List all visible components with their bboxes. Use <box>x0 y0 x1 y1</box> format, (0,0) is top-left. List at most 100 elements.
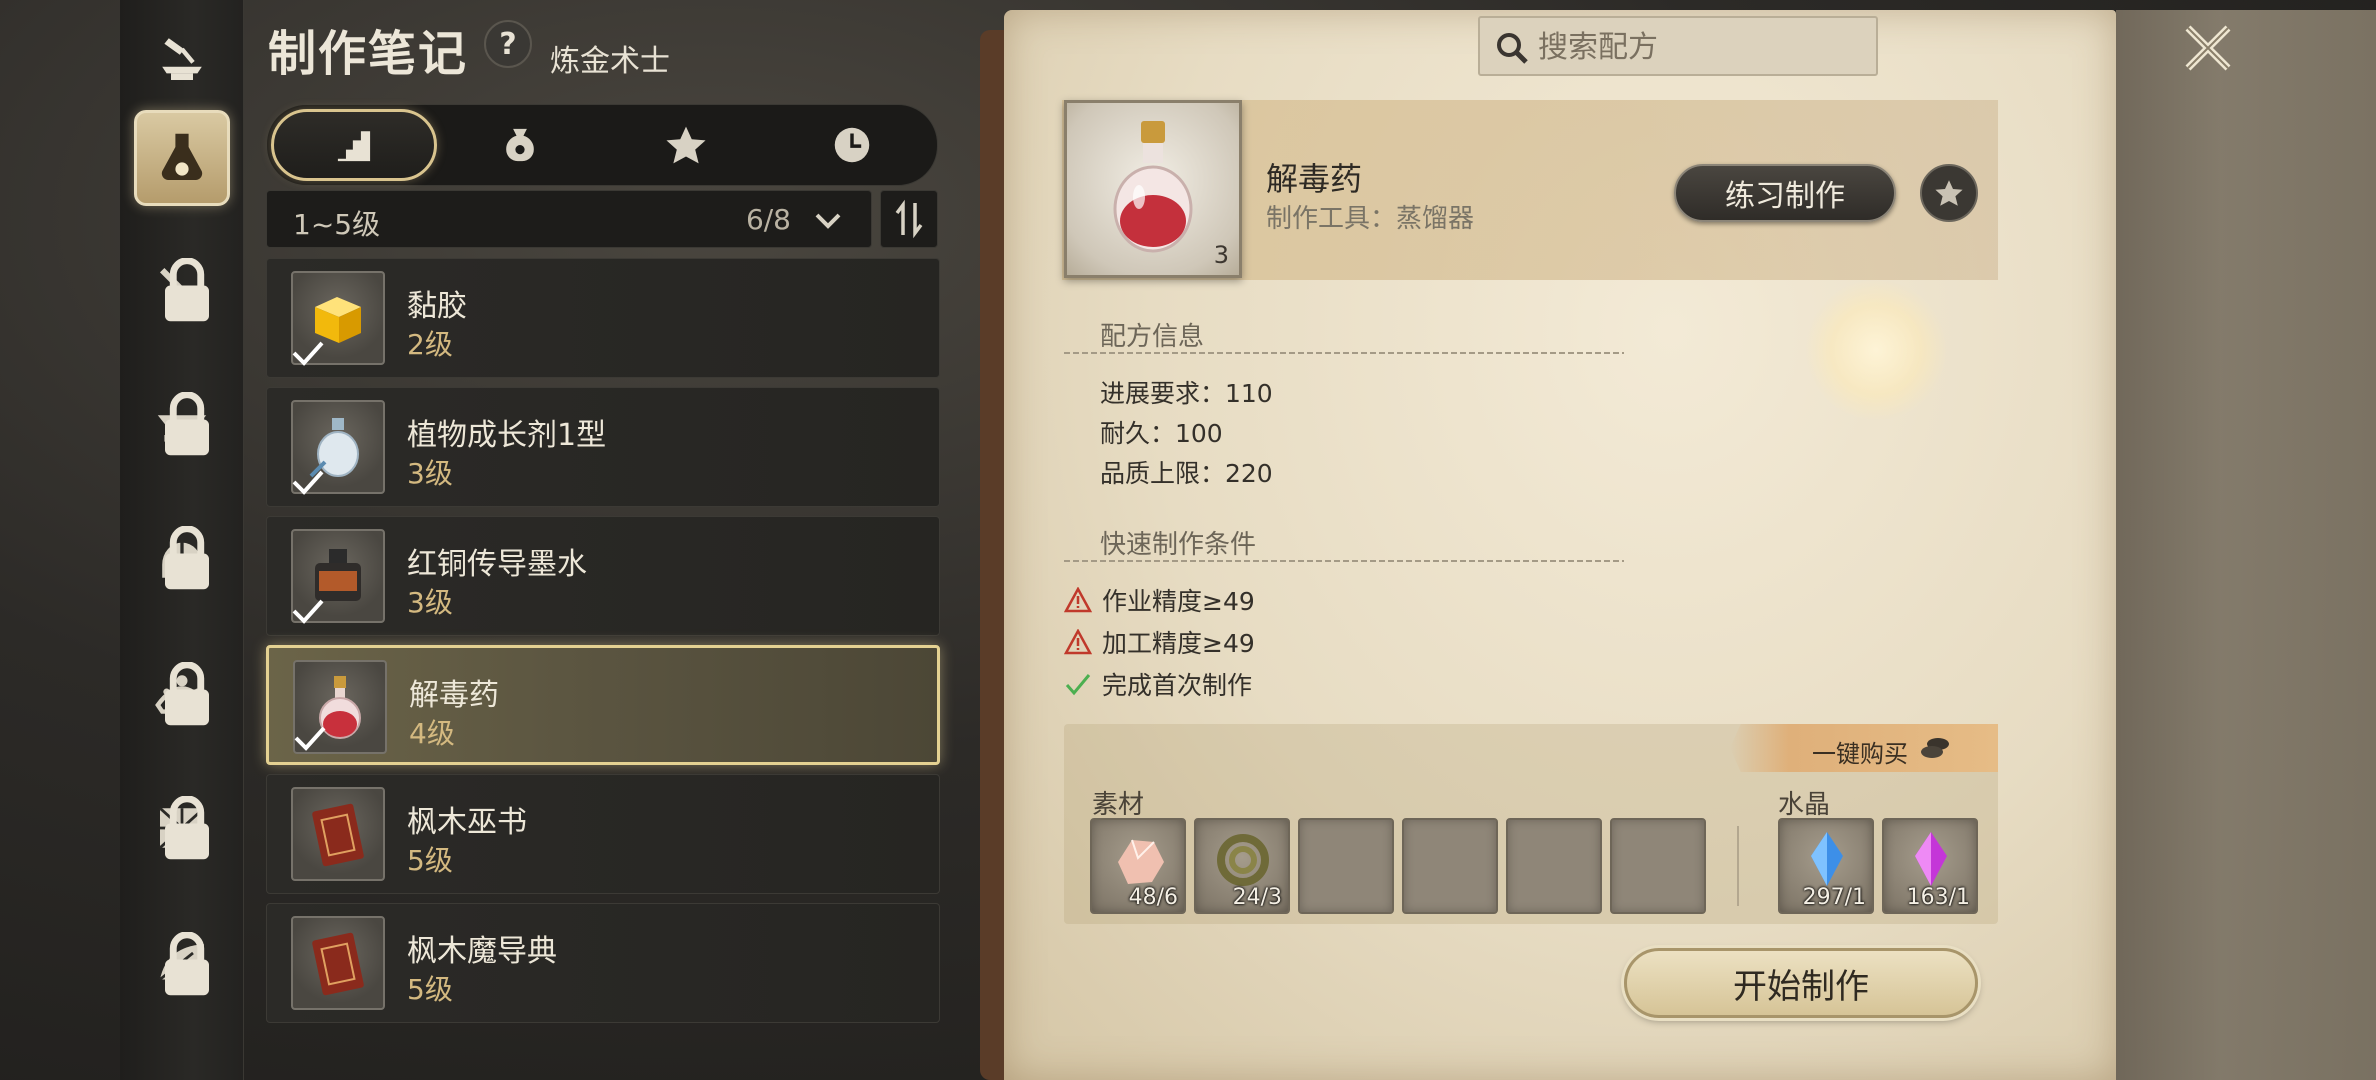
divider <box>1737 826 1739 906</box>
level-range-label: 1~5级 <box>293 208 381 241</box>
divider <box>1064 352 1624 354</box>
item-quantity: 3 <box>1213 241 1229 269</box>
favorite-button[interactable] <box>1920 164 1978 222</box>
close-icon <box>2185 25 2231 71</box>
condition-item: 作业精度≥49 <box>1064 582 1255 618</box>
recipe-level: 3级 <box>407 457 453 490</box>
material-slot-empty <box>1298 818 1394 914</box>
book-right-page <box>2116 10 2376 1080</box>
divider <box>1064 560 1624 562</box>
crystal-slot[interactable]: 297/1 <box>1778 818 1874 914</box>
sort-icon <box>895 199 923 239</box>
durability: 耐久：100 <box>1100 419 1223 448</box>
rail-item-leather[interactable] <box>134 916 230 1012</box>
recipe-item[interactable]: 红铜传导墨水 3级 <box>266 516 940 636</box>
crystal-amount: 163/1 <box>1906 885 1970 910</box>
lock-icon <box>165 258 209 322</box>
buy-all-label[interactable]: 一键购买 <box>1812 734 1908 769</box>
lock-icon <box>165 662 209 726</box>
recipe-name: 枫木魔导典 <box>407 934 557 969</box>
recipe-level: 4级 <box>409 717 455 750</box>
coin-stack-icon <box>1921 738 1949 758</box>
clock-icon <box>834 127 870 163</box>
recipe-name: 红铜传导墨水 <box>407 547 587 582</box>
recipe-list: 黏胶 2级 植物成长剂1型 3级 红铜传导墨水 3级 解毒药 4级 枫木巫书 5… <box>266 258 940 1032</box>
glow-effect <box>1806 280 1946 420</box>
search-box[interactable] <box>1478 16 1878 76</box>
rail-item-alchemy[interactable] <box>134 110 230 206</box>
condition-text: 完成首次制作 <box>1102 671 1253 700</box>
check-icon <box>292 341 324 366</box>
start-craft-button[interactable]: 开始制作 <box>1624 948 1978 1018</box>
recipe-item[interactable]: 黏胶 2级 <box>266 258 940 378</box>
hammer-anvil-icon <box>162 38 202 80</box>
recipe-thumbnail <box>291 787 385 881</box>
sort-button[interactable] <box>880 190 938 248</box>
rail-item-hammer[interactable] <box>134 10 230 106</box>
category-rail <box>120 0 244 1080</box>
materials-label: 素材 <box>1092 790 1145 820</box>
close-button[interactable] <box>2176 16 2240 80</box>
check-icon <box>292 470 324 495</box>
money-bag-icon <box>506 128 534 162</box>
search-input[interactable] <box>1538 26 1858 68</box>
recipe-tabs <box>266 104 938 186</box>
recipe-item[interactable]: 植物成长剂1型 3级 <box>266 387 940 507</box>
lock-icon <box>165 932 209 996</box>
item-preview: 3 <box>1064 100 1242 278</box>
recipe-name: 植物成长剂1型 <box>407 418 607 453</box>
recipe-count: 6/8 <box>745 203 791 236</box>
rail-item-jewelry[interactable] <box>134 646 230 742</box>
quick-craft-title: 快速制作条件 <box>1100 530 1257 560</box>
condition-text: 加工精度≥49 <box>1102 629 1255 658</box>
lock-icon <box>165 526 209 590</box>
level-filter-dropdown[interactable]: 1~5级 6/8 <box>266 190 872 248</box>
recipe-level: 5级 <box>407 844 453 877</box>
condition-item: 加工精度≥49 <box>1064 624 1255 660</box>
recipe-level: 5级 <box>407 973 453 1006</box>
crystal-slot[interactable]: 163/1 <box>1882 818 1978 914</box>
tab-favorite[interactable] <box>603 109 769 181</box>
craft-tool-label: 制作工具：蒸馏器 <box>1266 204 1475 234</box>
recipe-item[interactable]: 枫木魔导典 5级 <box>266 903 940 1023</box>
rail-item-weapon[interactable] <box>134 242 230 338</box>
purple-crystal-icon <box>1915 832 1947 886</box>
page-title: 制作笔记 <box>268 26 469 82</box>
condition-item: 完成首次制作 <box>1064 666 1252 702</box>
material-amount: 24/3 <box>1232 885 1282 910</box>
warning-icon <box>1064 629 1092 655</box>
rail-item-blacksmith[interactable] <box>134 376 230 472</box>
tab-recent[interactable] <box>769 109 935 181</box>
recipe-info-title: 配方信息 <box>1100 322 1205 352</box>
search-icon <box>1497 33 1528 64</box>
blue-crystal-icon <box>1811 832 1843 886</box>
practice-craft-button[interactable]: 练习制作 <box>1674 164 1896 222</box>
star-icon <box>1935 180 1963 206</box>
material-slot-empty <box>1402 818 1498 914</box>
check-icon <box>294 726 326 751</box>
rail-item-tailor[interactable] <box>134 780 230 876</box>
recipe-name: 解毒药 <box>409 678 499 713</box>
profession-label: 炼金术士 <box>550 44 670 79</box>
rail-item-armor[interactable] <box>134 510 230 606</box>
chevron-down-icon <box>815 213 841 229</box>
tab-bag[interactable] <box>437 109 603 181</box>
pink-stone-icon <box>1118 839 1164 884</box>
help-button[interactable]: ? <box>484 20 532 68</box>
recipe-name: 枫木巫书 <box>407 805 527 840</box>
lock-icon <box>165 392 209 456</box>
condition-text: 作业精度≥49 <box>1102 587 1255 616</box>
material-slot-empty <box>1506 818 1602 914</box>
material-slot[interactable]: 24/3 <box>1194 818 1290 914</box>
recipe-item[interactable]: 枫木巫书 5级 <box>266 774 940 894</box>
recipe-item-selected[interactable]: 解毒药 4级 <box>266 645 940 765</box>
coiled-snake-icon <box>1217 834 1269 886</box>
tab-level[interactable] <box>271 109 437 181</box>
star-icon <box>666 126 706 164</box>
potion-red-icon <box>1113 121 1193 253</box>
item-name: 解毒药 <box>1266 160 1363 198</box>
material-slot[interactable]: 48/6 <box>1090 818 1186 914</box>
check-icon <box>292 599 324 624</box>
material-amount: 48/6 <box>1128 885 1178 910</box>
check-icon <box>1065 674 1091 696</box>
